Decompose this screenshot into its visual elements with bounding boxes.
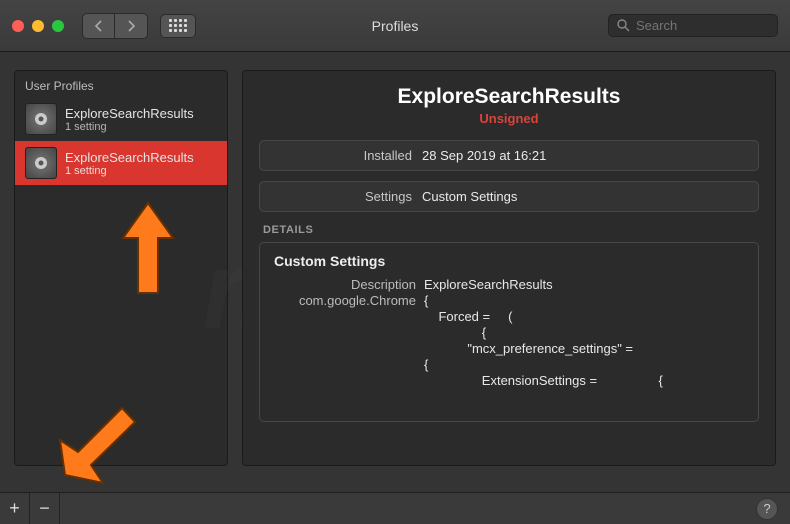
installed-value: 28 Sep 2019 at 16:21	[422, 148, 546, 163]
description-label: Description	[274, 277, 424, 292]
details-line: "mcx_preference_settings" =	[424, 341, 744, 356]
titlebar: Profiles	[0, 0, 790, 52]
show-all-button[interactable]	[160, 14, 196, 38]
back-button[interactable]	[83, 14, 115, 38]
zoom-icon[interactable]	[52, 20, 64, 32]
details-line: {	[424, 325, 744, 340]
nav-back-forward	[82, 13, 148, 39]
settings-label: Settings	[272, 189, 422, 204]
profile-icon	[25, 103, 57, 135]
profile-item-sub: 1 setting	[65, 165, 194, 177]
sidebar-header: User Profiles	[15, 71, 227, 97]
profile-item-selected[interactable]: ExploreSearchResults 1 setting	[15, 141, 227, 185]
remove-profile-button[interactable]: −	[30, 493, 60, 524]
details-line: {	[424, 357, 744, 372]
settings-value: Custom Settings	[422, 189, 517, 204]
details-line: Forced = (	[424, 309, 744, 324]
profile-icon	[25, 147, 57, 179]
details-heading: Custom Settings	[274, 253, 744, 269]
settings-row[interactable]: Settings Custom Settings	[259, 181, 759, 212]
profile-title: ExploreSearchResults	[259, 85, 759, 109]
profile-item-name: ExploreSearchResults	[65, 106, 194, 121]
details-box: Custom Settings Description ExploreSearc…	[259, 242, 759, 422]
search-input[interactable]	[636, 18, 769, 33]
minimize-icon[interactable]	[32, 20, 44, 32]
search-field[interactable]	[608, 14, 778, 37]
window-controls	[12, 20, 64, 32]
add-profile-button[interactable]: +	[0, 493, 30, 524]
installed-row: Installed 28 Sep 2019 at 16:21	[259, 140, 759, 171]
details-section-label: DETAILS	[263, 224, 755, 236]
footer-toolbar: + − ?	[0, 492, 790, 524]
help-button[interactable]: ?	[756, 498, 778, 520]
profile-item-sub: 1 setting	[65, 121, 194, 133]
installed-label: Installed	[272, 148, 422, 163]
forward-button[interactable]	[115, 14, 147, 38]
grid-icon	[169, 19, 187, 32]
profile-signed-status: Unsigned	[259, 111, 759, 126]
profile-item-name: ExploreSearchResults	[65, 150, 194, 165]
close-icon[interactable]	[12, 20, 24, 32]
description-value: ExploreSearchResults	[424, 277, 744, 292]
profile-detail-pane: ExploreSearchResults Unsigned Installed …	[242, 70, 776, 466]
profiles-sidebar: User Profiles ExploreSearchResults 1 set…	[14, 70, 228, 466]
search-icon	[617, 19, 630, 32]
details-line: {	[424, 293, 744, 308]
domain-label: com.google.Chrome	[274, 293, 424, 308]
profile-item[interactable]: ExploreSearchResults 1 setting	[15, 97, 227, 141]
details-line: ExtensionSettings = {	[424, 373, 744, 388]
